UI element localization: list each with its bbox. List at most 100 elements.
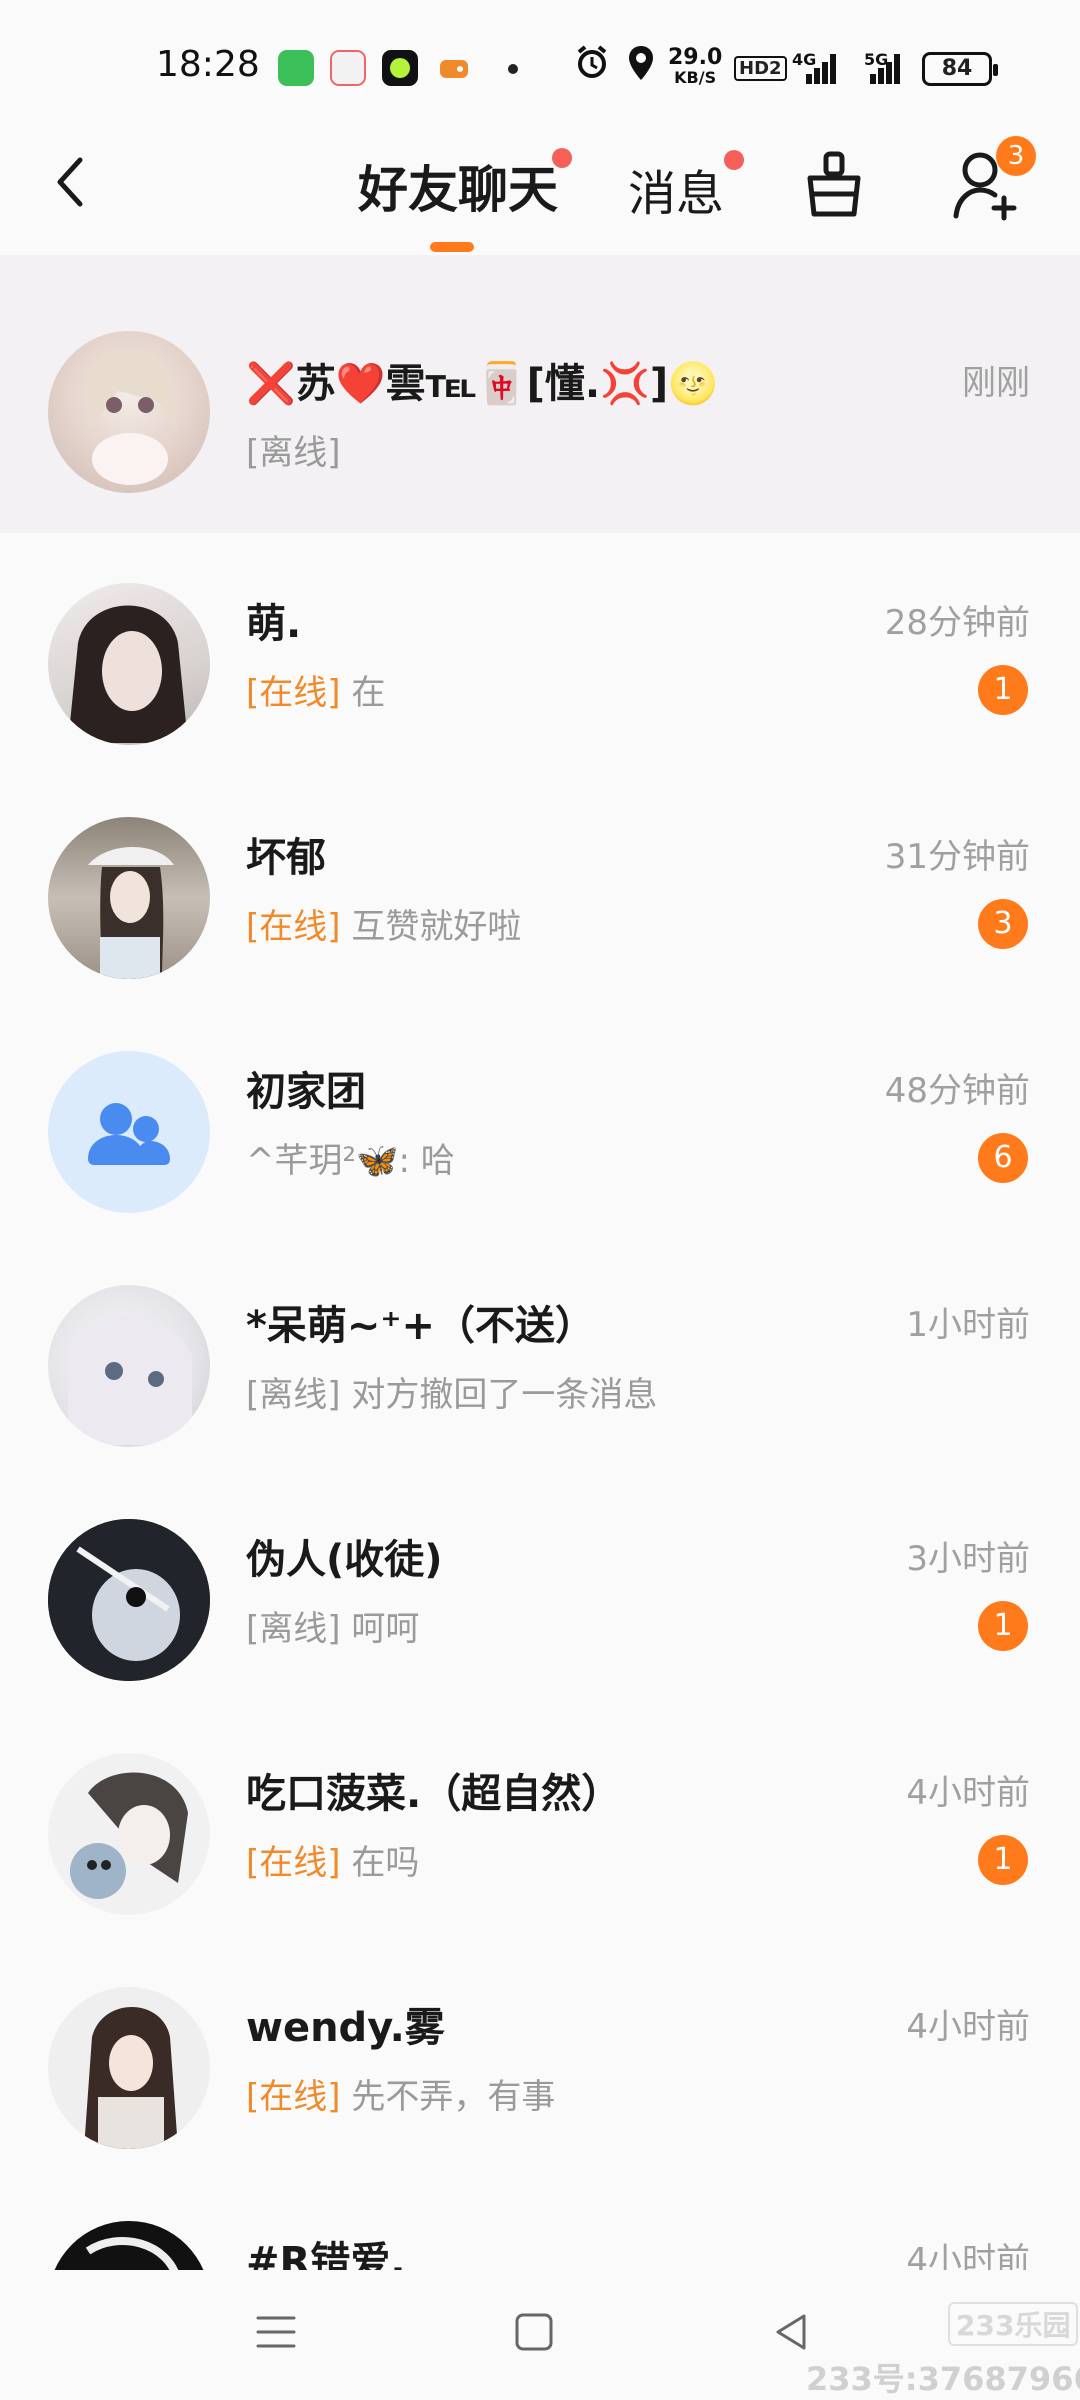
presence-status: [离线] (246, 433, 341, 473)
chat-name: #R错爱. (246, 2239, 406, 2270)
app-notification-icon (278, 50, 314, 86)
chat-name: 坏郁 (246, 835, 326, 881)
menu-icon (256, 2316, 296, 2348)
last-message: 呵呵 (351, 1609, 420, 1649)
chat-row[interactable]: 萌. [在线] 在 28分钟前 1 (0, 533, 1080, 767)
tab-messages-dot (724, 150, 744, 170)
nav-back-button[interactable] (762, 2302, 822, 2362)
last-message: 互赞就好啦 (351, 907, 522, 947)
chat-row[interactable]: 初家团 ^芊玥²🦋: 哈 48分钟前 6 (0, 1001, 1080, 1235)
system-navigation-bar: 233乐园 233号:37687966 (0, 2270, 1080, 2400)
group-icon (88, 1103, 170, 1165)
nav-menu-button[interactable] (246, 2302, 306, 2362)
chat-preview: [离线] 对方撤回了一条消息 (246, 1367, 657, 1416)
avatar[interactable] (48, 2221, 210, 2270)
presence-status: [离线] (246, 1375, 341, 1415)
presence-status: [离线] (246, 1609, 341, 1649)
presence-status: [在线] (246, 1843, 341, 1883)
more-notifications-dot (508, 64, 518, 74)
chat-list[interactable]: ❌苏❤️雲℡🀄[懂.💢]🌝 [离线] 刚刚 萌. [在线] 在 28分钟前 1 (0, 255, 1080, 2270)
avatar[interactable] (48, 1987, 210, 2149)
chat-time: 48分钟前 (884, 1071, 1030, 1111)
chat-time: 刚刚 (962, 363, 1030, 403)
unread-badge: 1 (978, 1835, 1028, 1885)
unread-badge: 3 (978, 899, 1028, 949)
chat-name: 伪人(收徒) (246, 1537, 443, 1583)
chat-row[interactable]: 伪人(收徒) [离线] 呵呵 3小时前 1 (0, 1469, 1080, 1703)
chat-row[interactable]: #R错爱. 4小时前 (0, 2171, 1080, 2270)
chat-name: wendy.雾 (246, 2005, 445, 2051)
avatar[interactable] (48, 583, 210, 745)
presence-status: [在线] (246, 907, 341, 947)
screen: 18:28 29.0 KB/S HD2 4G 5G 84 好友聊天 消息 3 ❌… (0, 0, 1080, 2400)
app-notification-icon (382, 50, 418, 86)
watermark-logo: 233乐园 (948, 2302, 1079, 2346)
last-message: 在吗 (351, 1843, 420, 1883)
add-friend-badge: 3 (996, 136, 1036, 176)
presence-status: [在线] (246, 673, 341, 713)
status-time: 18:28 (156, 44, 260, 85)
chat-time: 4小时前 (906, 1773, 1030, 1813)
chat-time: 28分钟前 (884, 603, 1030, 643)
network-speed-unit: KB/S (674, 68, 717, 87)
tab-friend-chat-dot (552, 148, 572, 168)
last-message: 对方撤回了一条消息 (351, 1375, 658, 1415)
active-tab-indicator (430, 242, 474, 252)
chat-preview: [离线] (246, 425, 341, 474)
chat-preview: [在线] 互赞就好啦 (246, 899, 521, 948)
back-arrow-icon (57, 157, 83, 207)
group-avatar[interactable] (48, 1051, 210, 1213)
chat-row[interactable]: 坏郁 [在线] 互赞就好啦 31分钟前 3 (0, 767, 1080, 1001)
chat-name: 吃口菠菜.（超自然） (246, 1771, 622, 1817)
presence-status: [在线] (246, 2077, 341, 2117)
location-icon (626, 44, 656, 88)
signal-4g-icon (800, 54, 840, 84)
chat-time: 31分钟前 (884, 837, 1030, 877)
chat-time: 1小时前 (906, 1305, 1030, 1345)
unread-badge: 6 (978, 1133, 1028, 1183)
game-notification-icon (436, 50, 472, 86)
chat-name: *呆萌~⁺+（不送） (246, 1303, 596, 1349)
hd-voice-icon: HD2 (734, 56, 787, 81)
chat-time: 3小时前 (906, 1539, 1030, 1579)
last-message: 在 (351, 673, 386, 713)
chat-preview: [在线] 在 (246, 665, 385, 714)
chat-preview: [在线] 先不弄，有事 (246, 2069, 555, 2118)
broom-icon (807, 151, 861, 217)
signal-5g-icon (870, 54, 910, 84)
chat-row[interactable]: *呆萌~⁺+（不送） [离线] 对方撤回了一条消息 1小时前 (0, 1235, 1080, 1469)
unread-badge: 1 (978, 665, 1028, 715)
chat-preview: [离线] 呵呵 (246, 1601, 419, 1650)
status-bar: 18:28 29.0 KB/S HD2 4G 5G 84 (0, 0, 1080, 120)
chat-time: 4小时前 (906, 2241, 1030, 2270)
home-square-icon (515, 2313, 553, 2351)
chat-preview: [在线] 在吗 (246, 1835, 419, 1884)
chat-name: ❌苏❤️雲℡🀄[懂.💢]🌝 (246, 361, 719, 407)
avatar[interactable] (48, 1519, 210, 1681)
watermark-text: 233号:37687966 (806, 2360, 1080, 2398)
app-notification-icon (330, 50, 366, 86)
chat-time: 4小时前 (906, 2007, 1030, 2047)
avatar[interactable] (48, 817, 210, 979)
chat-row[interactable]: ❌苏❤️雲℡🀄[懂.💢]🌝 [离线] 刚刚 (0, 255, 1080, 533)
avatar[interactable] (48, 331, 210, 493)
chat-name: 初家团 (246, 1069, 366, 1115)
alarm-icon (574, 44, 610, 86)
chat-preview: ^芊玥²🦋: 哈 (246, 1133, 455, 1182)
chat-row[interactable]: wendy.雾 [在线] 先不弄，有事 4小时前 (0, 1937, 1080, 2171)
nav-home-button[interactable] (504, 2302, 564, 2362)
clear-unread-button[interactable] (802, 148, 866, 220)
unread-badge: 1 (978, 1601, 1028, 1651)
network-speed-value: 29.0 (668, 45, 723, 70)
avatar[interactable] (48, 1753, 210, 1915)
last-message: 先不弄，有事 (351, 2077, 556, 2117)
chat-row[interactable]: 吃口菠菜.（超自然） [在线] 在吗 4小时前 1 (0, 1703, 1080, 1937)
top-header: 好友聊天 消息 3 (0, 120, 1080, 255)
network-speed: 29.0 KB/S (668, 45, 723, 88)
back-triangle-icon (776, 2314, 806, 2350)
back-button[interactable] (50, 152, 90, 212)
avatar[interactable] (48, 1285, 210, 1447)
last-message: ^芊玥²🦋: 哈 (246, 1141, 455, 1181)
tab-messages[interactable]: 消息 (628, 154, 724, 224)
tab-friend-chat[interactable]: 好友聊天 (358, 150, 558, 222)
